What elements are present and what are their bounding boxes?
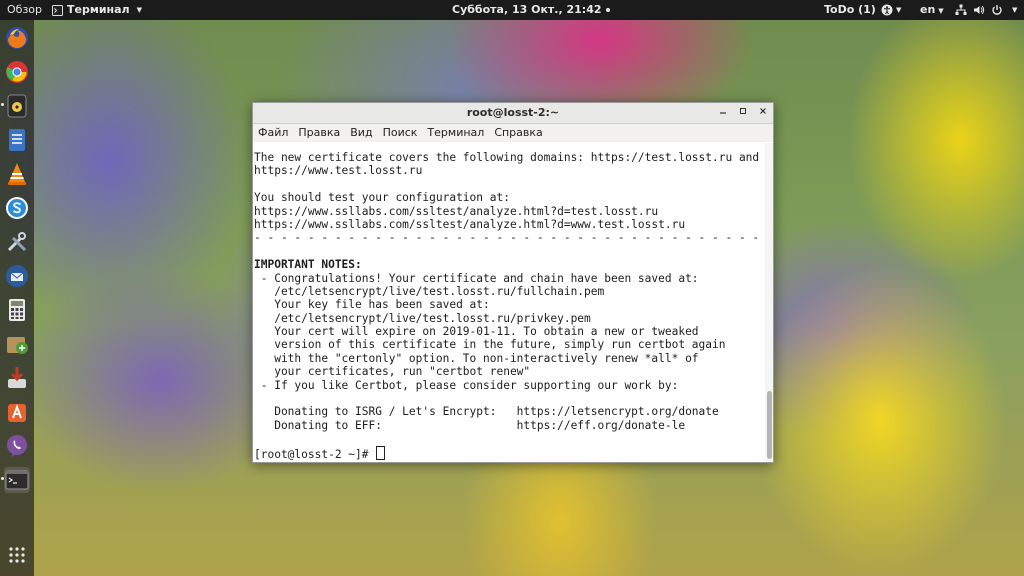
menu-terminal[interactable]: Терминал	[422, 124, 489, 142]
chevron-down-icon: ▼	[896, 6, 902, 14]
keyboard-layout[interactable]: en ▼	[920, 0, 944, 20]
terminal-line: - Congratulations! Your certificate and …	[254, 271, 699, 285]
chrome-icon[interactable]	[4, 59, 30, 85]
clock-label: Суббота, 13 Окт., 21:42	[452, 3, 602, 16]
files-icon[interactable]	[4, 127, 30, 153]
firefox-icon[interactable]	[4, 25, 30, 51]
terminal-line: The new certificate covers the following…	[254, 151, 760, 164]
terminal-line: https://www.ssllabs.com/ssltest/analyze.…	[254, 204, 659, 218]
lang-label: en	[920, 3, 936, 16]
rhythmbox-icon[interactable]	[1, 93, 30, 119]
text-cursor	[376, 445, 386, 460]
window-title: root@losst-2:~	[466, 106, 560, 119]
terminal-line: your certificates, run "certbot renew"	[254, 365, 531, 379]
terminal-line: https://www.test.losst.ru	[254, 164, 423, 178]
maximize-icon[interactable]	[739, 103, 747, 123]
archive-icon[interactable]	[4, 331, 30, 357]
accessibility-menu[interactable]: ▼	[881, 0, 901, 20]
terminal-line: Donating to EFF: https://eff.org/donate-…	[254, 418, 686, 432]
app-menu[interactable]: Терминал ▼	[52, 0, 142, 20]
shell-prompt: [root@losst-2 ~]#	[254, 447, 376, 461]
show-applications-icon[interactable]	[8, 546, 26, 564]
vlc-icon[interactable]	[4, 161, 30, 187]
prompt-line[interactable]: [root@losst-2 ~]#	[254, 445, 765, 461]
chevron-down-icon: ▼	[136, 6, 143, 14]
activities-button[interactable]: Обзор	[7, 0, 42, 20]
window-titlebar[interactable]: root@losst-2:~	[253, 103, 773, 124]
todo-indicator[interactable]: ToDo (1)	[824, 0, 876, 20]
notification-dot-icon	[605, 8, 610, 12]
viber-icon[interactable]	[4, 433, 30, 459]
terminal-line: /etc/letsencrypt/live/test.losst.ru/priv…	[254, 311, 591, 325]
menu-view[interactable]: Вид	[345, 124, 377, 142]
terminal-line: Your cert will expire on 2019-01-11. To …	[254, 325, 699, 339]
terminal-line: https://www.ssllabs.com/ssltest/analyze.…	[254, 217, 686, 231]
menu-help[interactable]: Справка	[489, 124, 547, 142]
minimize-icon[interactable]	[719, 103, 727, 123]
thunderbird-icon[interactable]	[4, 263, 30, 289]
terminal-line: Your key file has been saved at:	[254, 298, 490, 312]
calculator-icon[interactable]	[4, 297, 30, 323]
chevron-down-icon: ▼	[938, 7, 944, 15]
terminal-line: version of this certificate in the futur…	[254, 338, 726, 352]
terminal-line: IMPORTANT NOTES:	[254, 258, 362, 272]
menu-search[interactable]: Поиск	[378, 124, 423, 142]
dock	[0, 20, 34, 576]
menu-bar: Файл Правка Вид Поиск Терминал Справка	[253, 124, 773, 142]
terminal-window: root@losst-2:~ Файл Правка Вид Поиск Тер…	[252, 102, 774, 463]
chevron-down-icon: ▼	[1012, 6, 1018, 14]
terminal-icon[interactable]	[1, 467, 30, 493]
menu-file[interactable]: Файл	[253, 124, 293, 142]
system-menu[interactable]: ▼	[955, 0, 1017, 20]
close-icon[interactable]	[759, 103, 767, 123]
terminal-line: with the "certonly" option. To non-inter…	[254, 351, 699, 365]
terminal-line: - If you like Certbot, please consider s…	[254, 378, 679, 392]
terminal-line: Donating to ISRG / Let's Encrypt: https:…	[254, 405, 719, 419]
terminal-output[interactable]: The new certificate covers the following…	[253, 143, 765, 462]
terminal-small-icon	[52, 4, 63, 16]
accessibility-icon	[881, 4, 893, 16]
installer-icon[interactable]	[4, 365, 30, 391]
terminal-line: /etc/letsencrypt/live/test.losst.ru/full…	[254, 284, 605, 298]
power-icon	[992, 5, 1002, 15]
tools-icon[interactable]	[4, 229, 30, 255]
app-menu-label: Терминал	[67, 3, 130, 16]
scrollbar-thumb[interactable]	[767, 391, 772, 459]
clock[interactable]: Суббота, 13 Окт., 21:42	[452, 0, 610, 20]
terminal-line: You should test your configuration at:	[254, 191, 510, 205]
software-icon[interactable]	[4, 399, 30, 425]
terminal-line: - - - - - - - - - - - - - - - - - - - - …	[254, 231, 765, 245]
network-icon	[955, 4, 967, 15]
terminal-text: The new certificate covers the following…	[254, 151, 765, 461]
skype-icon[interactable]	[4, 195, 30, 221]
volume-icon	[974, 5, 985, 15]
top-bar: Обзор Терминал ▼ Суббота, 13 Окт., 21:42…	[0, 0, 1024, 20]
menu-edit[interactable]: Правка	[293, 124, 345, 142]
scrollbar[interactable]	[765, 143, 773, 462]
